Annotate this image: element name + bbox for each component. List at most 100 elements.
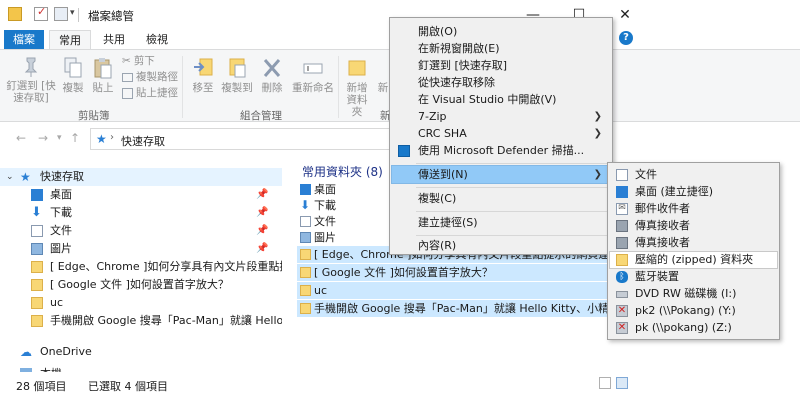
send-to-fax[interactable]: 傳真接收者: [610, 218, 777, 234]
menu-item-7zip[interactable]: 7-Zip ❯: [392, 108, 610, 125]
send-to-dvd-drive[interactable]: DVD RW 磁碟機 (I:): [610, 286, 777, 302]
pin-icon[interactable]: 📌: [256, 240, 268, 258]
nav-item-downloads[interactable]: ⬇ 下載 📌: [0, 204, 282, 222]
menu-item-unpin-quick-access[interactable]: 從快速存取移除: [392, 74, 610, 91]
list-item[interactable]: uc: [297, 282, 617, 299]
rename-button[interactable]: 重新命名: [290, 56, 336, 94]
move-to-button[interactable]: 移至: [188, 56, 218, 94]
menu-item-create-shortcut[interactable]: 建立捷徑(S): [392, 214, 610, 231]
menu-item-defender-scan[interactable]: 使用 Microsoft Defender 掃描...: [392, 142, 610, 159]
menu-item-copy[interactable]: 複製(C): [392, 190, 610, 207]
send-to-network-drive-y[interactable]: ✕ pk2 (\\Pokang) (Y:): [610, 303, 777, 319]
menu-item-label: 在新視窗開啟(E): [418, 42, 500, 55]
send-to-documents[interactable]: 文件: [610, 167, 777, 183]
new-folder-icon[interactable]: [54, 7, 68, 21]
list-item[interactable]: [ Google 文件 ]如何設置首字放大？: [297, 264, 617, 281]
pin-icon[interactable]: 📌: [256, 222, 268, 240]
send-to-fax[interactable]: 傳真接收者: [610, 235, 777, 251]
delete-icon: [263, 59, 281, 77]
menu-item-crc-sha[interactable]: CRC SHA ❯: [392, 125, 610, 142]
list-item-label: uc: [314, 284, 328, 297]
delete-button[interactable]: 刪除: [259, 56, 285, 94]
menu-separator: [416, 211, 610, 212]
send-to-desktop[interactable]: 桌面 (建立捷徑): [610, 184, 777, 200]
nav-item-folder[interactable]: [ Edge、Chrome ]如何分享具有內文片段重點提示的網: [0, 258, 282, 276]
nav-item-folder[interactable]: 手機開啟 Google 搜尋「Pac-Man」就讓 Hello Kitty: [0, 312, 282, 330]
up-icon[interactable]: ↑: [70, 131, 80, 145]
scissors-icon: ✂: [122, 55, 131, 67]
defender-shield-icon: [398, 145, 410, 157]
menu-item-properties[interactable]: 內容(R): [392, 237, 610, 254]
send-to-zip-folder[interactable]: 壓縮的 (zipped) 資料夾: [609, 251, 778, 269]
paste-shortcut-button[interactable]: 貼上捷徑: [122, 86, 178, 100]
nav-onedrive[interactable]: ☁ OneDrive: [0, 343, 282, 361]
nav-quick-access[interactable]: ⌄ ★ 快速存取: [0, 168, 282, 186]
menu-item-send-to[interactable]: 傳送到(N) ❯: [391, 165, 611, 184]
paste-label: 貼上: [92, 82, 114, 94]
delete-label: 刪除: [261, 82, 283, 94]
submenu-item-label: pk (\\pokang) (Z:): [635, 321, 732, 334]
new-folder-label: 新增資料夾: [346, 82, 368, 118]
qat-dropdown-icon[interactable]: ▾: [70, 8, 75, 18]
nav-item-documents[interactable]: 文件 📌: [0, 222, 282, 240]
submenu-item-label: 藍牙裝置: [635, 270, 679, 283]
desktop-icon: [300, 184, 311, 195]
details-view-icon[interactable]: [599, 377, 611, 389]
new-item-button[interactable]: 新: [376, 56, 390, 94]
list-item-label: 圖片: [314, 231, 336, 244]
forward-icon[interactable]: →: [38, 131, 48, 145]
copy-button[interactable]: 複製: [58, 56, 88, 94]
tab-file[interactable]: 檔案: [4, 30, 44, 50]
properties-icon[interactable]: ✓: [34, 5, 48, 21]
document-icon: [31, 225, 43, 237]
submenu-arrow-icon: ❯: [593, 169, 602, 180]
new-folder-button[interactable]: 新增資料夾: [342, 56, 372, 118]
list-item-label: 手機開啟 Google 搜尋「Pac-Man」就讓 Hello Kitty、小精…: [314, 302, 617, 315]
send-to-mail[interactable]: ✉ 郵件收件者: [610, 201, 777, 217]
help-icon[interactable]: ?: [619, 31, 633, 45]
tab-view[interactable]: 檢視: [137, 30, 177, 50]
pin-icon[interactable]: 📌: [256, 186, 268, 204]
frequent-folders-heading[interactable]: 常用資料夾 (8): [302, 163, 383, 180]
back-icon[interactable]: ←: [16, 131, 26, 145]
paste-icon: [94, 58, 112, 79]
copy-to-button[interactable]: 複製到: [221, 56, 253, 94]
folder-icon: [8, 7, 22, 21]
address-path: 快速存取: [121, 135, 165, 148]
send-to-network-drive-z[interactable]: ✕ pk (\\pokang) (Z:): [610, 320, 777, 336]
group-clipboard-label: 剪貼簿: [78, 110, 110, 122]
nav-item-pictures[interactable]: 圖片 📌: [0, 240, 282, 258]
copy-icon: [64, 57, 82, 78]
cut-button[interactable]: ✂ 剪下: [122, 54, 155, 68]
nav-this-pc[interactable]: 本機: [0, 365, 282, 372]
copy-path-button[interactable]: 複製路徑: [122, 70, 178, 84]
menu-item-label: 內容(R): [418, 239, 457, 252]
menu-item-label: 在 Visual Studio 中開啟(V): [418, 93, 557, 106]
nav-item-label: 圖片: [50, 242, 72, 255]
pin-quick-access-button[interactable]: 釘選到 [快速存取]: [6, 56, 56, 104]
cloud-icon: ☁: [20, 345, 32, 359]
tab-home[interactable]: 常用: [49, 30, 91, 50]
document-icon: [300, 216, 311, 227]
nav-item-label: 桌面: [50, 188, 72, 201]
nav-item-folder[interactable]: [ Google 文件 ]如何設置首字放大？: [0, 276, 282, 294]
desktop-icon: [31, 189, 43, 201]
recent-dropdown-icon[interactable]: ▾: [57, 133, 62, 143]
menu-item-open[interactable]: 開啟(O): [392, 23, 610, 40]
list-item[interactable]: 手機開啟 Google 搜尋「Pac-Man」就讓 Hello Kitty、小精…: [297, 300, 617, 317]
large-icons-view-icon[interactable]: [616, 377, 628, 389]
download-icon: ⬇: [31, 205, 42, 220]
nav-item-folder[interactable]: uc: [0, 294, 282, 312]
send-to-submenu: 文件 桌面 (建立捷徑) ✉ 郵件收件者 傳真接收者 傳真接收者 壓縮的 (zi…: [607, 162, 780, 340]
paste-button[interactable]: 貼上: [90, 56, 116, 94]
expand-chevron-icon[interactable]: ⌄: [6, 168, 14, 186]
menu-item-open-visual-studio[interactable]: 在 Visual Studio 中開啟(V): [392, 91, 610, 108]
address-bar[interactable]: ★ › 快速存取: [90, 128, 400, 150]
send-to-bluetooth[interactable]: ᛒ 藍牙裝置: [610, 269, 777, 285]
menu-item-pin-quick-access[interactable]: 釘選到 [快速存取]: [392, 57, 610, 74]
menu-item-label: 傳送到(N): [418, 168, 468, 181]
nav-item-desktop[interactable]: 桌面 📌: [0, 186, 282, 204]
pin-icon[interactable]: 📌: [256, 204, 268, 222]
tab-share[interactable]: 共用: [94, 30, 134, 50]
menu-item-open-new-window[interactable]: 在新視窗開啟(E): [392, 40, 610, 57]
